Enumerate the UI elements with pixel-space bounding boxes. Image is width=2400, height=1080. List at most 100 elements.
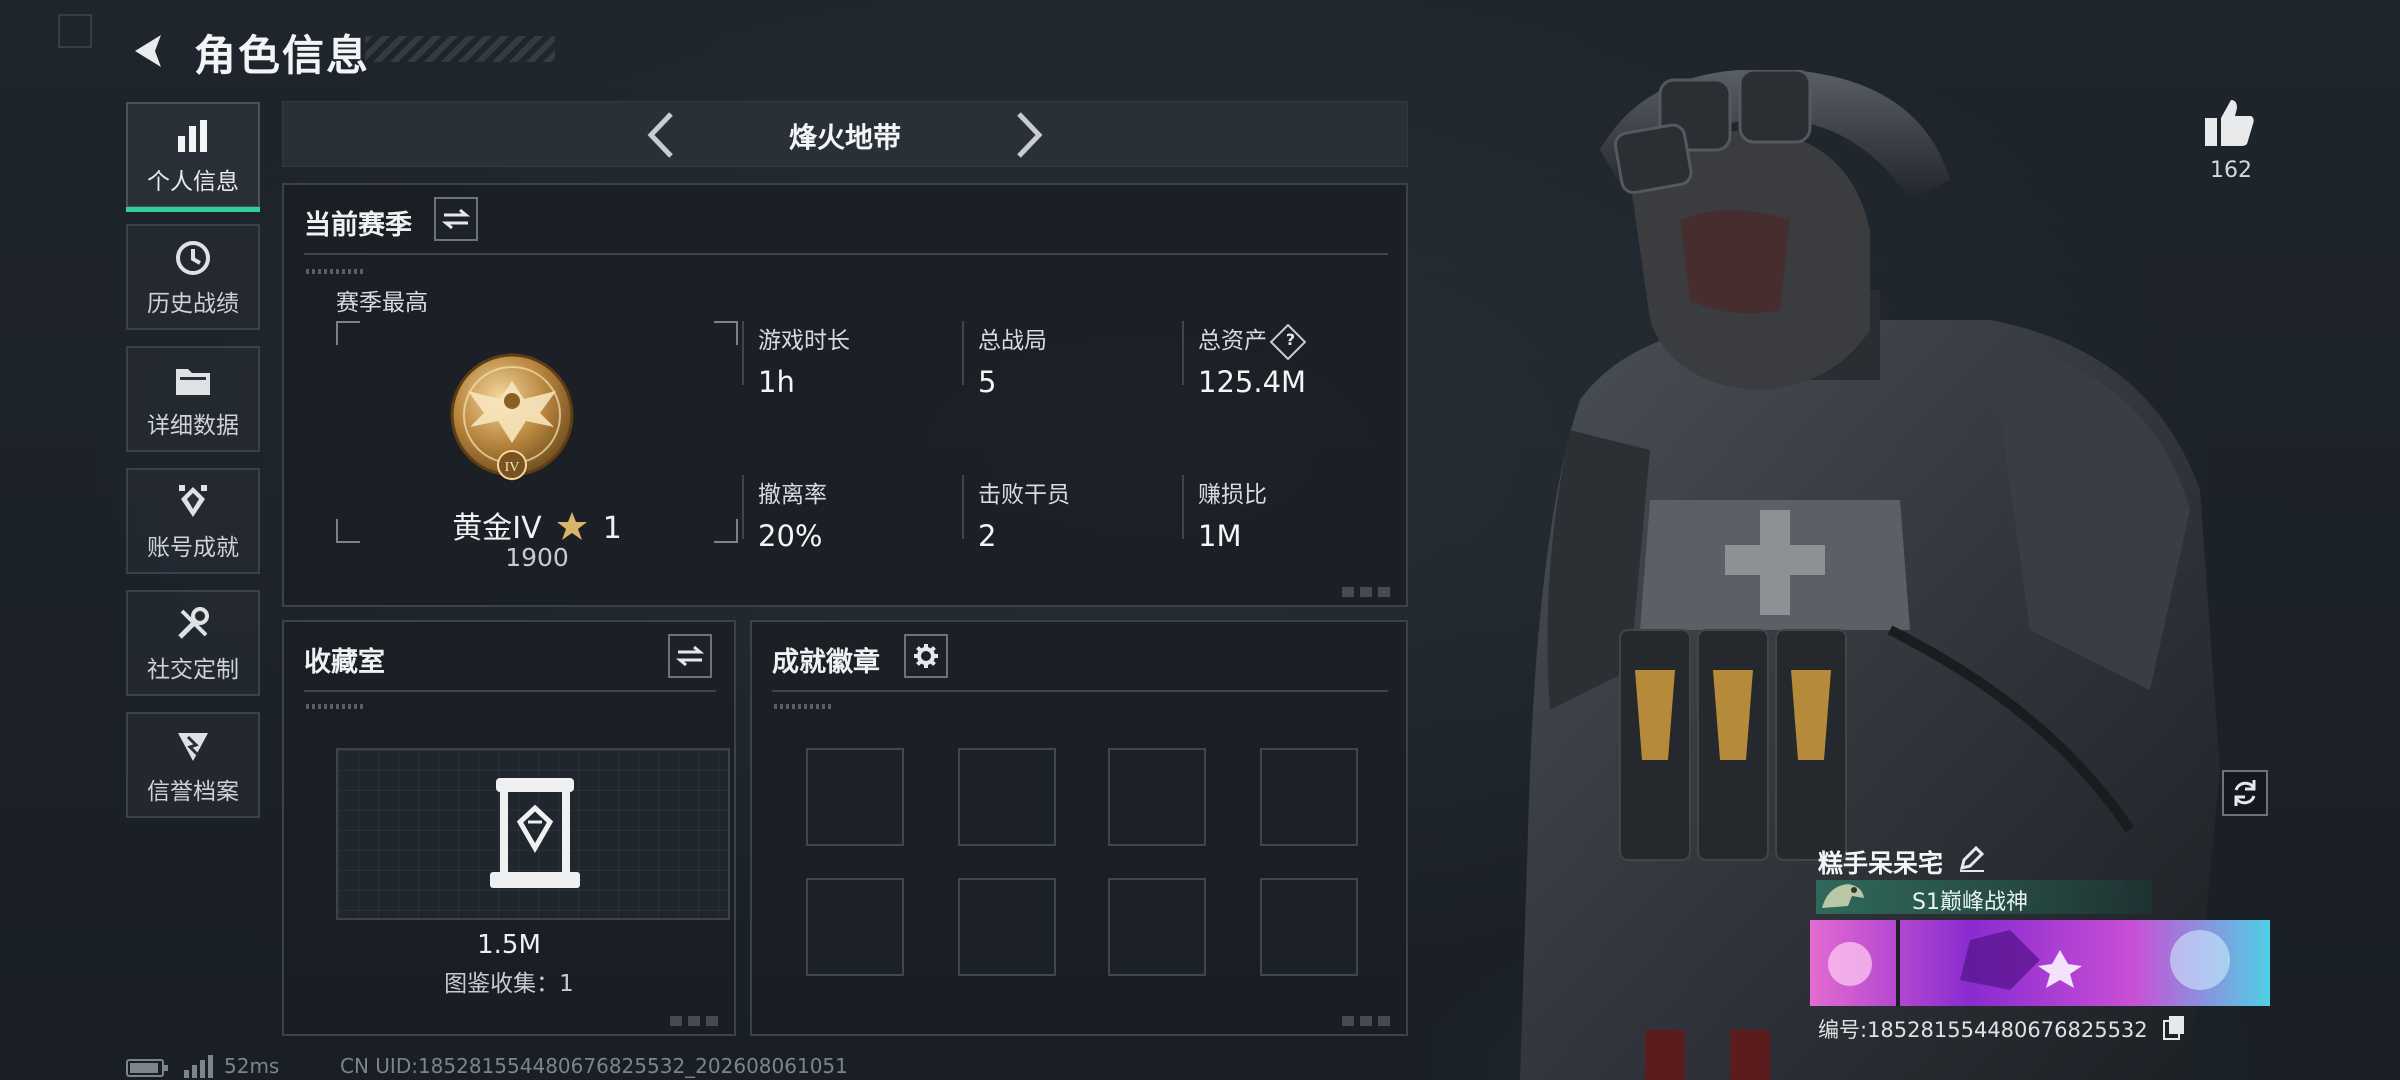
dragon-emblem-icon bbox=[1822, 884, 1864, 908]
stat-value: 20% bbox=[758, 519, 823, 553]
badge-settings-button[interactable] bbox=[904, 634, 948, 678]
sidebar-item-reputation[interactable]: 信誉档案 bbox=[126, 712, 260, 818]
swap-icon bbox=[676, 645, 704, 667]
rank-stars: 1 bbox=[602, 511, 622, 546]
stat-extract-rate: 撤离率 20% bbox=[742, 475, 827, 553]
divider bbox=[772, 690, 1388, 692]
decoration bbox=[306, 704, 364, 709]
refresh-icon bbox=[2234, 780, 2256, 806]
stat-value: 1h bbox=[758, 365, 795, 399]
folder-icon bbox=[174, 358, 212, 402]
rank-score: 1900 bbox=[505, 543, 569, 572]
collection-title: 收藏室 bbox=[304, 647, 385, 678]
sidebar-item-history[interactable]: 历史战绩 bbox=[126, 224, 260, 330]
badge-slot[interactable] bbox=[1260, 748, 1358, 846]
corner-decoration bbox=[1342, 1016, 1396, 1026]
stat-play-time: 游戏时长 1h bbox=[742, 321, 850, 399]
back-arrow-icon bbox=[135, 35, 161, 67]
stat-profit-loss: 赚损比 1M bbox=[1182, 475, 1267, 553]
pencil-icon bbox=[1959, 845, 1985, 872]
ping-display: 52ms bbox=[224, 1054, 280, 1078]
like-button[interactable] bbox=[2200, 98, 2260, 152]
collection-count: 图鉴收集：1 bbox=[444, 971, 574, 997]
sidebar-item-social[interactable]: 社交定制 bbox=[126, 590, 260, 696]
reputation-shield-icon bbox=[174, 724, 212, 768]
stat-value: 2 bbox=[978, 519, 997, 553]
page-title: 角色信息 bbox=[194, 31, 371, 80]
corner-decoration bbox=[1342, 587, 1396, 597]
sidebar-item-label: 个人信息 bbox=[147, 169, 239, 195]
stat-label-row: 总资产? bbox=[1198, 321, 1307, 360]
decoration bbox=[774, 704, 832, 709]
history-clock-icon bbox=[174, 236, 212, 280]
stat-value: 1M bbox=[1198, 519, 1242, 553]
badge-slot[interactable] bbox=[1108, 748, 1206, 846]
collection-panel: 收藏室 1.5M 图鉴收集：1 bbox=[282, 620, 736, 1036]
stat-label: 击败干员 bbox=[978, 482, 1070, 508]
decoration bbox=[306, 269, 364, 274]
svg-text:IV: IV bbox=[505, 460, 520, 475]
collection-showcase[interactable] bbox=[336, 748, 730, 920]
rank-name-row: 黄金IV 1 bbox=[336, 503, 738, 547]
swap-icon bbox=[442, 208, 470, 230]
stat-total-assets: 总资产? 125.4M bbox=[1181, 321, 1307, 399]
stat-operators-defeated: 击败干员 2 bbox=[962, 475, 1070, 553]
star-icon bbox=[557, 512, 588, 540]
achievement-badges-panel: 成就徽章 bbox=[750, 620, 1408, 1036]
battery-icon bbox=[126, 1059, 168, 1077]
sidebar-item-achievements[interactable]: 账号成就 bbox=[126, 468, 260, 574]
stat-label: 总战局 bbox=[978, 328, 1047, 354]
help-icon[interactable]: ? bbox=[1269, 323, 1307, 360]
player-title: S1巅峰战神 bbox=[1912, 890, 2028, 915]
player-title-tag[interactable]: S1巅峰战神 bbox=[1816, 880, 2152, 915]
collection-switch-button[interactable] bbox=[668, 634, 712, 678]
display-case-icon bbox=[490, 778, 580, 888]
thumbs-up-icon bbox=[2205, 100, 2254, 146]
badge-slot[interactable] bbox=[1108, 878, 1206, 976]
edit-name-button[interactable] bbox=[1958, 844, 1986, 876]
achievement-badge-icon bbox=[175, 480, 211, 524]
chevron-right-icon bbox=[1017, 112, 1043, 158]
sidebar-item-label: 详细数据 bbox=[147, 413, 239, 439]
badge-slot[interactable] bbox=[1260, 878, 1358, 976]
mode-selector: 烽火地带 bbox=[282, 101, 1408, 167]
like-count: 162 bbox=[2210, 158, 2252, 183]
mode-name: 烽火地带 bbox=[788, 121, 901, 154]
gold-rank-medal-icon: IV bbox=[450, 353, 574, 481]
badge-slot[interactable] bbox=[806, 878, 904, 976]
stat-label: 总资产 bbox=[1198, 328, 1267, 354]
rank-name: 黄金IV bbox=[452, 511, 542, 546]
copy-icon bbox=[2163, 1016, 2184, 1040]
stat-value: 125.4M bbox=[1198, 365, 1307, 399]
sidebar-item-personal-info[interactable]: 个人信息 bbox=[126, 102, 260, 212]
sidebar-item-label: 社交定制 bbox=[147, 657, 239, 683]
name-card-banner-image[interactable] bbox=[1810, 920, 2270, 1006]
stat-label: 撤离率 bbox=[758, 482, 827, 508]
season-panel: 当前赛季 赛季最高 IV 黄金IV 1 1900 游戏时长 1h 总战局 5 总… bbox=[282, 183, 1408, 607]
uid-display: CN UID:185281554480676825532_20260806105… bbox=[340, 1054, 848, 1078]
badges-title: 成就徽章 bbox=[772, 647, 880, 678]
title-decoration bbox=[365, 36, 555, 62]
sidebar-item-label: 账号成就 bbox=[147, 535, 239, 561]
player-id: 编号:185281554480676825532 bbox=[1818, 1018, 2148, 1042]
season-best-label: 赛季最高 bbox=[336, 290, 428, 316]
back-button[interactable] bbox=[124, 26, 174, 76]
gear-icon bbox=[914, 644, 938, 668]
corner-decoration bbox=[670, 1016, 724, 1026]
stat-label: 赚损比 bbox=[1198, 482, 1267, 508]
copy-id-button[interactable] bbox=[2162, 1014, 2186, 1044]
signal-icon bbox=[184, 1055, 213, 1078]
rotate-model-button[interactable] bbox=[2222, 770, 2268, 816]
sidebar-item-label: 信誉档案 bbox=[147, 779, 239, 805]
divider bbox=[304, 690, 716, 692]
season-switch-button[interactable] bbox=[434, 197, 478, 241]
stat-label: 游戏时长 bbox=[758, 328, 850, 354]
stat-value: 5 bbox=[978, 365, 997, 399]
sidebar-item-detailed-data[interactable]: 详细数据 bbox=[126, 346, 260, 452]
badge-slot[interactable] bbox=[806, 748, 904, 846]
next-mode-button[interactable] bbox=[1011, 110, 1047, 164]
sidebar: 个人信息 历史战绩 详细数据 账号成就 社交定制 信誉档案 bbox=[126, 102, 262, 834]
badge-slot[interactable] bbox=[958, 748, 1056, 846]
stat-total-matches: 总战局 5 bbox=[962, 321, 1047, 399]
badge-slot[interactable] bbox=[958, 878, 1056, 976]
